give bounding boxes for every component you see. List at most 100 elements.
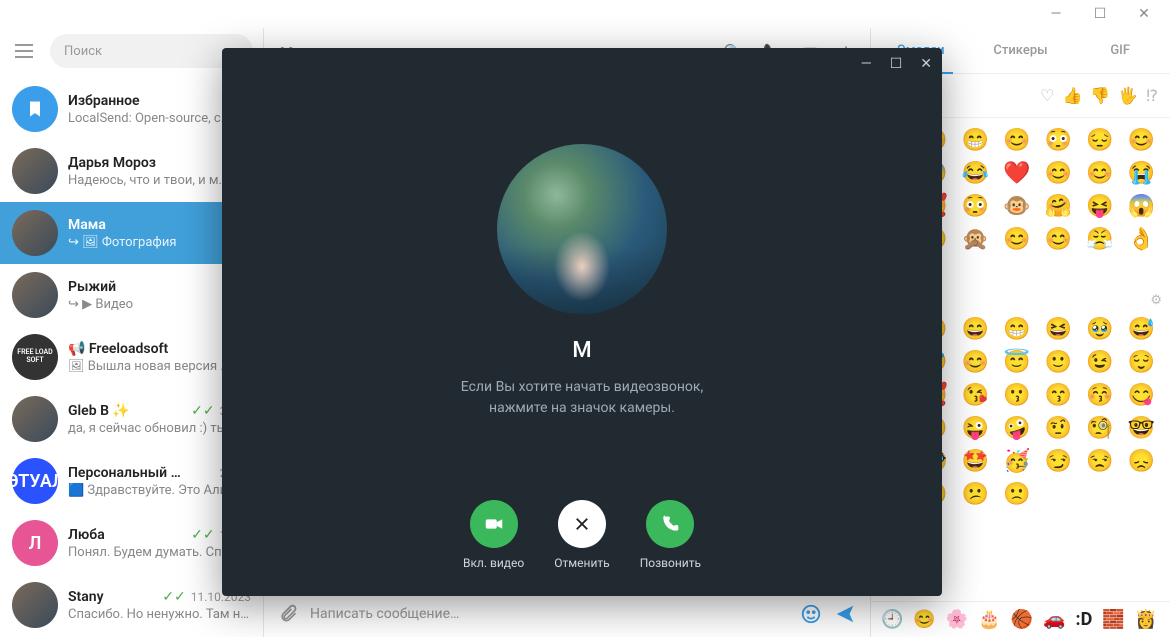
objects-category-icon[interactable]: 🧱 (1102, 609, 1124, 630)
food-category-icon[interactable]: 🎂 (978, 609, 1000, 630)
avatar (12, 148, 58, 194)
emoji-item[interactable]: 😆 (1045, 317, 1072, 342)
chat-item-name: Люба (68, 527, 105, 543)
window-titlebar: — ☐ ✕ (0, 0, 1170, 28)
emoji-item[interactable]: 😊 (1045, 161, 1072, 186)
emoji-item[interactable]: 🤪 (1003, 416, 1030, 441)
emoji-item[interactable]: 😱 (1127, 194, 1154, 219)
avatar: FREE LOAD SOFT (12, 334, 58, 380)
call-hint: Если Вы хотите начать видеозвонок, нажми… (461, 377, 703, 419)
cancel-call-button[interactable]: Отменить (554, 500, 609, 570)
video-icon (470, 500, 518, 548)
tab-gif[interactable]: GIF (1070, 28, 1170, 73)
emoji-item[interactable]: 😙 (1045, 383, 1072, 408)
emoji-item[interactable]: 😞 (1127, 449, 1154, 474)
call-maximize-button[interactable]: ☐ (890, 56, 903, 72)
call-minimize-button[interactable]: — (861, 56, 872, 72)
chat-item-name: Персональный … (68, 465, 181, 481)
close-icon (558, 500, 606, 548)
chat-item-preview: Спасибо. Но ненужно. Там н… (68, 607, 251, 622)
call-close-button[interactable]: ✕ (920, 56, 932, 72)
emoji-item[interactable]: 😕 (962, 482, 989, 507)
emoji-item[interactable]: 😏 (1045, 449, 1072, 474)
chat-item-name: 📢 Freeloadsoft (68, 341, 168, 357)
emoji-item[interactable]: 😗 (1003, 383, 1030, 408)
emoji-button[interactable] (800, 603, 822, 625)
emoji-item[interactable]: 😊 (1003, 128, 1030, 153)
recent-category-icon[interactable]: 🕘 (881, 609, 903, 630)
avatar (12, 210, 58, 256)
emoji-item[interactable]: 🙁 (1003, 482, 1030, 507)
emoji-item[interactable]: 🐵 (1003, 194, 1030, 219)
emoji-item[interactable]: 🥳 (1003, 449, 1030, 474)
nature-category-icon[interactable]: 🌸 (946, 609, 968, 630)
emoji-item[interactable]: 😳 (962, 194, 989, 219)
emoji-item[interactable]: 🤗 (1045, 194, 1072, 219)
reaction-heart-icon[interactable]: ♡ (1040, 86, 1054, 105)
tab-stickers[interactable]: Стикеры (971, 28, 1071, 73)
menu-button[interactable] (10, 37, 38, 65)
window-close-button[interactable]: ✕ (1124, 3, 1164, 25)
emoji-item[interactable]: 😝 (1086, 194, 1113, 219)
emoji-item[interactable]: 😂 (962, 161, 989, 186)
start-call-button[interactable]: Позвонить (640, 500, 701, 570)
emoji-item[interactable]: 🤓 (1127, 416, 1154, 441)
emoji-item[interactable]: 😄 (962, 317, 989, 342)
emoji-item[interactable]: 😜 (962, 416, 989, 441)
emoji-item[interactable]: 😉 (1086, 350, 1113, 375)
emoji-item[interactable]: 😊 (1003, 227, 1030, 252)
emoji-item[interactable]: 😔 (1086, 128, 1113, 153)
reaction-thumbsdown-icon[interactable]: 👎 (1090, 86, 1110, 105)
chat-item-name: Мама (68, 217, 106, 233)
attach-icon[interactable] (278, 604, 298, 624)
settings-icon[interactable]: ⚙ (1150, 293, 1162, 308)
call-contact-name: М (572, 338, 591, 363)
activity-category-icon[interactable]: 🏀 (1011, 609, 1033, 630)
emoji-item[interactable]: 😭 (1127, 161, 1154, 186)
emoji-item[interactable]: 😋 (1127, 383, 1154, 408)
emoji-item[interactable]: 😤 (1086, 227, 1113, 252)
people-category-icon[interactable]: 😊 (913, 609, 935, 630)
emoji-item[interactable]: 😁 (1003, 317, 1030, 342)
flags-category-icon[interactable]: 👸 (1135, 609, 1157, 630)
reaction-questionmark-icon[interactable]: ⁉ (1146, 86, 1158, 105)
reaction-wave-icon[interactable]: 🖐 (1118, 86, 1138, 105)
chat-item-name: Gleb B ✨ (68, 403, 130, 419)
avatar: Л (12, 520, 58, 566)
emoji-item[interactable]: 🤩 (962, 449, 989, 474)
emoji-item[interactable]: 😳 (1045, 128, 1072, 153)
emoji-category-bar: 🕘 😊 🌸 🎂 🏀 🚗 :D 🧱 👸 (871, 601, 1170, 637)
avatar: ЛЭТУАЛЬ (12, 458, 58, 504)
emoji-item[interactable]: 😇 (1003, 350, 1030, 375)
call-avatar (497, 144, 667, 314)
enable-video-button[interactable]: Вкл. видео (463, 500, 524, 570)
emoji-item[interactable]: 👌 (1127, 227, 1154, 252)
emoji-item[interactable]: 🤨 (1045, 416, 1072, 441)
emoji-item[interactable]: ❤️ (1003, 161, 1030, 186)
window-minimize-button[interactable]: — (1036, 3, 1076, 25)
symbols-category-icon[interactable]: :D (1076, 609, 1093, 630)
emoji-item[interactable]: 😊 (1127, 128, 1154, 153)
emoji-item[interactable]: 😊 (962, 350, 989, 375)
travel-category-icon[interactable]: 🚗 (1043, 609, 1065, 630)
emoji-item[interactable]: 😘 (962, 383, 989, 408)
emoji-item[interactable]: 🙊 (962, 227, 989, 252)
emoji-item[interactable]: 🙂 (1045, 350, 1072, 375)
emoji-item[interactable]: 😚 (1086, 383, 1113, 408)
emoji-item[interactable]: 😊 (1086, 161, 1113, 186)
message-input[interactable]: Написать сообщение… (310, 606, 788, 622)
reaction-thumbsup-icon[interactable]: 👍 (1063, 86, 1083, 105)
chat-item-name: Дарья Мороз (68, 155, 156, 171)
emoji-item[interactable]: 😅 (1127, 317, 1154, 342)
emoji-item[interactable]: 😁 (962, 128, 989, 153)
emoji-item[interactable]: 🥹 (1086, 317, 1113, 342)
chat-item-name: Избранное (68, 93, 140, 109)
emoji-item[interactable]: 😒 (1086, 449, 1113, 474)
window-maximize-button[interactable]: ☐ (1080, 3, 1120, 25)
emoji-item[interactable]: 😊 (1045, 227, 1072, 252)
call-overlay: — ☐ ✕ М Если Вы хотите начать видеозвоно… (222, 48, 942, 596)
emoji-item[interactable]: 😌 (1127, 350, 1154, 375)
avatar (12, 582, 58, 628)
send-button[interactable] (834, 603, 856, 625)
emoji-item[interactable]: 🧐 (1086, 416, 1113, 441)
